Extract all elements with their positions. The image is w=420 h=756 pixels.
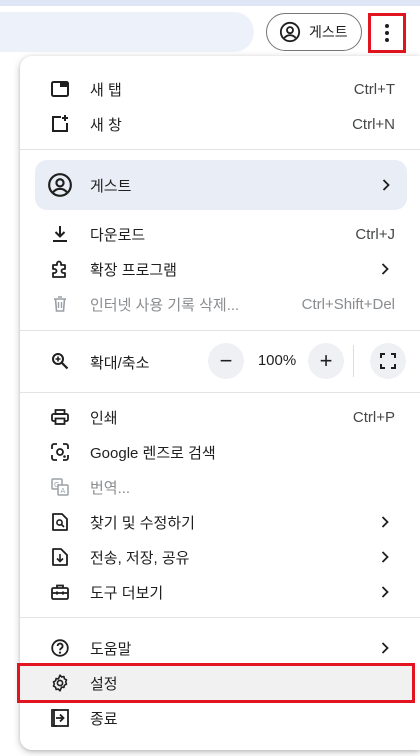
zoom-label: 확대/축소 xyxy=(90,355,150,372)
account-circle-icon xyxy=(47,172,73,198)
menu-item-label: 새 창 xyxy=(90,116,122,134)
fullscreen-button[interactable] xyxy=(370,343,406,379)
menu-item-cast-save-share[interactable]: 전송, 저장, 공유 xyxy=(20,540,420,574)
menu-item-label: 도구 더보기 xyxy=(90,584,164,602)
menu-item-label: 설정 xyxy=(90,675,118,693)
find-in-page-icon xyxy=(50,512,70,532)
gear-icon xyxy=(50,673,70,693)
menu-item-label: 번역... xyxy=(90,479,131,497)
menu-item-label: 다운로드 xyxy=(90,226,146,244)
menu-item-label: 인쇄 xyxy=(90,409,118,427)
menu-item-label: 확장 프로그램 xyxy=(90,261,177,279)
menu-item-google-lens[interactable]: Google 렌즈로 검색 xyxy=(20,435,420,469)
chevron-right-icon xyxy=(380,641,390,655)
zoom-out-button[interactable]: − xyxy=(208,343,244,379)
fullscreen-icon xyxy=(380,353,396,369)
menu-item-profile[interactable]: 게스트 xyxy=(35,160,407,210)
toolbox-icon xyxy=(50,582,70,602)
google-lens-icon xyxy=(50,442,70,462)
chevron-right-icon xyxy=(380,585,390,599)
menu-item-new-window[interactable]: 새 창 Ctrl+N xyxy=(20,107,420,141)
shortcut-text: Ctrl+Shift+Del xyxy=(301,295,395,313)
more-menu-button[interactable] xyxy=(368,13,406,53)
chevron-right-icon xyxy=(380,262,390,276)
trash-icon xyxy=(50,294,70,314)
chrome-main-menu: 새 탭 Ctrl+T 새 창 Ctrl+N 게스트 다운로드 Ctrl+J 확장… xyxy=(17,56,420,750)
download-icon xyxy=(50,224,70,244)
menu-divider xyxy=(20,617,420,618)
menu-item-clear-browsing-data[interactable]: 인터넷 사용 기록 삭제... Ctrl+Shift+Del xyxy=(20,287,420,321)
menu-divider xyxy=(20,149,420,150)
shortcut-text: Ctrl+T xyxy=(353,80,395,98)
zoom-divider xyxy=(353,345,354,377)
shortcut-text: Ctrl+J xyxy=(355,225,395,243)
menu-item-exit[interactable]: 종료 xyxy=(20,701,420,735)
new-window-icon xyxy=(50,114,70,134)
menu-item-label: 게스트 xyxy=(90,177,132,195)
account-circle-icon xyxy=(279,21,301,43)
menu-item-translate[interactable]: GA 번역... xyxy=(20,470,420,504)
plus-icon: + xyxy=(319,348,333,373)
zoom-in-button[interactable]: + xyxy=(308,343,344,379)
minus-icon: − xyxy=(219,348,233,373)
menu-item-label: 찾기 및 수정하기 xyxy=(90,514,195,532)
shortcut-text: Ctrl+N xyxy=(352,115,395,133)
new-tab-icon xyxy=(50,79,70,99)
menu-item-more-tools[interactable]: 도구 더보기 xyxy=(20,575,420,609)
menu-item-label: 전송, 저장, 공유 xyxy=(90,549,190,567)
svg-text:A: A xyxy=(61,487,66,495)
zoom-in-magnifier-icon xyxy=(50,351,70,371)
menu-item-label: Google 렌즈로 검색 xyxy=(90,444,216,462)
menu-item-settings[interactable]: 설정 xyxy=(17,663,415,703)
profile-button-label: 게스트 xyxy=(309,24,348,40)
print-icon xyxy=(50,407,70,427)
chevron-right-icon xyxy=(380,515,390,529)
more-vert-icon xyxy=(384,23,390,43)
menu-item-print[interactable]: 인쇄 Ctrl+P xyxy=(20,400,420,434)
menu-item-label: 도움말 xyxy=(90,640,132,658)
zoom-row: 확대/축소 − 100% + xyxy=(20,341,420,381)
chevron-right-icon xyxy=(382,178,392,192)
menu-item-extensions[interactable]: 확장 프로그램 xyxy=(20,252,420,286)
translate-icon: GA xyxy=(50,477,70,497)
menu-item-find-edit[interactable]: 찾기 및 수정하기 xyxy=(20,505,420,539)
chevron-right-icon xyxy=(380,550,390,564)
svg-text:G: G xyxy=(54,481,59,489)
address-bar[interactable] xyxy=(0,12,254,52)
help-icon xyxy=(50,638,70,658)
profile-button[interactable]: 게스트 xyxy=(266,13,362,51)
menu-divider xyxy=(20,392,420,393)
shortcut-text: Ctrl+P xyxy=(352,408,395,426)
menu-item-label: 종료 xyxy=(90,710,118,728)
extension-puzzle-icon xyxy=(50,259,70,279)
zoom-level: 100% xyxy=(257,352,297,369)
save-share-icon xyxy=(50,547,70,567)
menu-item-downloads[interactable]: 다운로드 Ctrl+J xyxy=(20,217,420,251)
menu-item-help[interactable]: 도움말 xyxy=(20,631,420,665)
menu-item-new-tab[interactable]: 새 탭 Ctrl+T xyxy=(20,72,420,106)
menu-item-label: 새 탭 xyxy=(90,81,122,99)
menu-divider xyxy=(20,330,420,331)
exit-icon xyxy=(50,708,70,728)
menu-item-label: 인터넷 사용 기록 삭제... xyxy=(90,296,240,314)
